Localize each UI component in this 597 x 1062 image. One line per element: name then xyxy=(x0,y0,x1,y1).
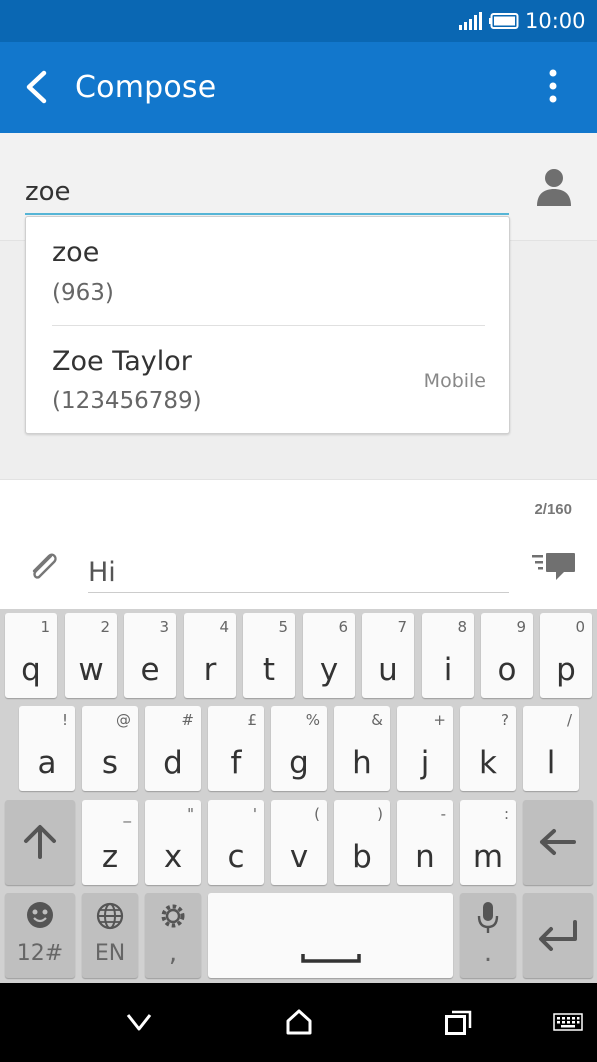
key-u[interactable]: 7u xyxy=(362,613,414,698)
key-z[interactable]: _ z xyxy=(82,800,138,885)
key-d[interactable]: # d xyxy=(145,706,201,791)
key-c[interactable]: ' c xyxy=(208,800,264,885)
symbols-emoji-key[interactable]: 12# xyxy=(5,893,75,978)
shift-key[interactable] xyxy=(5,800,75,885)
suggestion-name: Zoe Taylor xyxy=(52,346,192,377)
suggestion-number: (963) xyxy=(52,280,114,306)
char-counter: 2/160 xyxy=(534,501,572,518)
key-s[interactable]: @ s xyxy=(82,706,138,791)
status-bar: 10:00 xyxy=(0,0,597,42)
suggestion-item[interactable]: zoe (963) xyxy=(26,217,511,325)
voice-period-key[interactable]: . xyxy=(460,893,516,978)
key-t[interactable]: 5t xyxy=(243,613,295,698)
enter-key[interactable] xyxy=(523,893,593,978)
key-n[interactable]: -n xyxy=(397,800,453,885)
key-x[interactable]: " x xyxy=(145,800,201,885)
gear-icon xyxy=(161,904,185,928)
key-y[interactable]: 6y xyxy=(303,613,355,698)
microphone-icon xyxy=(477,902,499,933)
key-a[interactable]: ! a xyxy=(19,706,75,791)
key-f[interactable]: £ f xyxy=(208,706,264,791)
suggestion-item[interactable]: Zoe Taylor (123456789) Mobile xyxy=(26,326,511,434)
space-bar-icon xyxy=(300,954,361,963)
nav-back-icon[interactable] xyxy=(125,1011,153,1033)
status-time: 10:00 xyxy=(525,9,586,33)
key-h[interactable]: & h xyxy=(334,706,390,791)
app-bar: Compose xyxy=(0,42,597,133)
page-title: Compose xyxy=(75,70,217,105)
globe-icon xyxy=(96,902,124,930)
language-key[interactable]: EN xyxy=(82,893,138,978)
keyboard: 1q 2w 3e 4r 5t 6y 7u 8i 9o 0p ! a @ s # d £… xyxy=(0,609,597,983)
contact-suggestions: zoe (963) Zoe Taylor (123456789) Mobile xyxy=(25,216,510,434)
attach-icon[interactable] xyxy=(27,548,61,584)
recipient-input[interactable] xyxy=(25,171,509,215)
key-m[interactable]: :m xyxy=(460,800,516,885)
key-w[interactable]: 2w xyxy=(65,613,117,698)
home-icon[interactable] xyxy=(285,1009,313,1035)
key-i[interactable]: 8i xyxy=(422,613,474,698)
key-p[interactable]: 0p xyxy=(540,613,592,698)
suggestion-type: Mobile xyxy=(423,370,486,392)
shift-icon xyxy=(24,825,56,859)
enter-icon xyxy=(539,920,577,951)
backspace-key[interactable] xyxy=(523,800,593,885)
recent-apps-icon[interactable] xyxy=(444,1009,472,1035)
backspace-icon xyxy=(540,829,576,855)
message-area: 2/160 xyxy=(0,479,597,609)
more-options-icon[interactable] xyxy=(538,66,568,106)
send-icon[interactable] xyxy=(532,550,576,582)
back-arrow-icon[interactable] xyxy=(22,69,52,105)
suggestion-number: (123456789) xyxy=(52,388,202,414)
key-j[interactable]: + j xyxy=(397,706,453,791)
key-q[interactable]: 1q xyxy=(5,613,57,698)
space-key[interactable] xyxy=(208,893,453,978)
key-o[interactable]: 9o xyxy=(481,613,533,698)
key-e[interactable]: 3e xyxy=(124,613,176,698)
emoji-icon xyxy=(27,902,53,928)
key-k[interactable]: ? k xyxy=(460,706,516,791)
settings-comma-key[interactable]: , xyxy=(145,893,201,978)
keyboard-switch-icon[interactable] xyxy=(553,1013,583,1031)
key-l[interactable]: / l xyxy=(523,706,579,791)
contact-picker-icon[interactable] xyxy=(534,166,574,208)
battery-icon xyxy=(489,13,519,29)
key-g[interactable]: % g xyxy=(271,706,327,791)
key-b[interactable]: ) b xyxy=(334,800,390,885)
navigation-bar xyxy=(0,983,597,1062)
key-r[interactable]: 4r xyxy=(184,613,236,698)
suggestion-name: zoe xyxy=(52,237,100,268)
key-v[interactable]: (v xyxy=(271,800,327,885)
signal-icon xyxy=(459,12,482,30)
message-input[interactable] xyxy=(88,553,509,593)
